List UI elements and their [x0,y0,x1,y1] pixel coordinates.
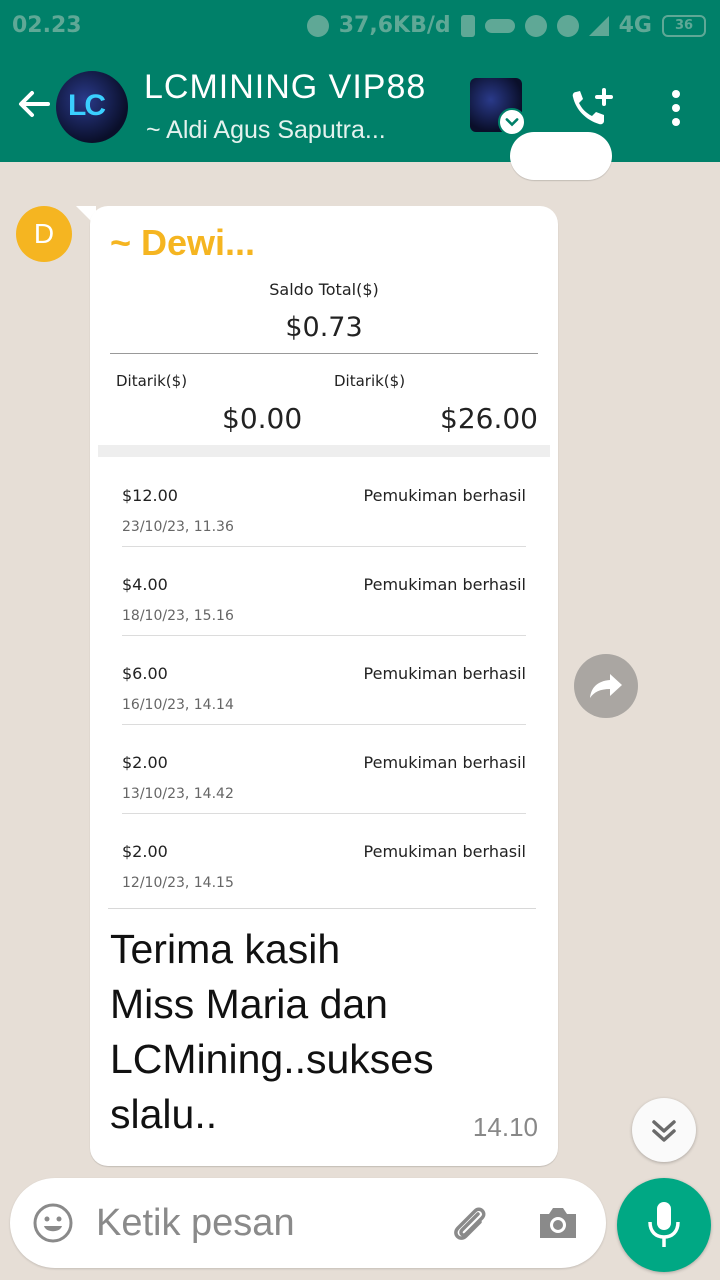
transaction-amount: $2.00 [122,842,168,861]
transaction-amount: $12.00 [122,486,178,505]
emoji-icon[interactable] [32,1202,74,1244]
transaction-date: 13/10/23, 14.42 [122,786,234,802]
chevron-down-icon[interactable] [498,108,526,136]
withdrawn-value: $0.00 [222,402,303,435]
sender-avatar[interactable]: D [16,206,72,262]
divider [110,353,538,354]
voice-record-button[interactable] [617,1178,711,1272]
transaction-date: 23/10/23, 11.36 [122,519,234,535]
transaction-row: $2.00 Pemukiman berhasil 12/10/23, 14.15 [122,814,526,903]
withdrawn-label: Ditarik($) [334,372,406,390]
double-chevron-down-icon [652,1120,676,1142]
chat-header: LC LCMINING VIP88 ~ Aldi Agus Saputra... [0,52,720,162]
transaction-status: Pemukiman berhasil [363,486,526,505]
mic-icon [648,1202,680,1247]
scroll-to-bottom-button[interactable] [632,1098,696,1162]
transaction-date: 16/10/23, 14.14 [122,697,234,713]
alarm-icon [556,14,579,37]
paperclip-icon[interactable] [446,1200,494,1248]
transaction-amount: $4.00 [122,575,168,594]
divider [98,445,550,457]
balance-value: $0.73 [285,312,363,343]
forward-button[interactable] [574,654,638,718]
group-avatar[interactable]: LC [56,71,128,143]
withdrawn-label: Ditarik($) [116,372,188,390]
message-bubble[interactable]: ~ Dewi... Saldo Total($) $0.73 Ditarik($… [90,206,558,1166]
transaction-amount: $2.00 [122,753,168,772]
deer-icon [306,14,329,37]
status-icons: 37,6KB/d 4G 36 [306,13,706,38]
attached-image[interactable]: Saldo Total($) $0.73 Ditarik($) Ditarik(… [98,278,550,908]
back-arrow-icon[interactable] [14,84,54,124]
transaction-amount: $6.00 [122,664,168,683]
message-composer [10,1178,606,1268]
chat-title[interactable]: LCMINING VIP88 [144,68,426,107]
transaction-row: $4.00 Pemukiman berhasil 18/10/23, 15.16 [122,547,526,636]
group-avatar-logo: LC [68,89,106,122]
sender-name[interactable]: ~ Dewi... [110,222,255,264]
status-bar: 02.23 37,6KB/d 4G 36 [0,0,720,52]
bluetooth-icon [460,14,475,37]
divider [108,908,536,909]
message-line: Miss Maria dan [110,981,388,1027]
close-circle-icon [524,14,547,37]
transaction-status: Pemukiman berhasil [363,664,526,683]
toggle-icon [484,18,515,33]
transaction-list: $12.00 Pemukiman berhasil 23/10/23, 11.3… [122,458,526,903]
transaction-status: Pemukiman berhasil [363,842,526,861]
forward-icon [590,674,622,698]
status-time: 02.23 [12,13,82,38]
network-speed: 37,6KB/d [338,13,451,38]
message-input[interactable] [96,1196,426,1250]
transaction-row: $2.00 Pemukiman berhasil 13/10/23, 14.42 [122,725,526,814]
message-time: 14.10 [472,1112,538,1142]
more-vert-icon[interactable] [664,88,688,128]
message-line: slalu.. [110,1091,218,1137]
transaction-row: $6.00 Pemukiman berhasil 16/10/23, 14.14 [122,636,526,725]
transaction-status: Pemukiman berhasil [363,575,526,594]
transaction-row: $12.00 Pemukiman berhasil 23/10/23, 11.3… [122,458,526,547]
balance-label: Saldo Total($) [269,280,379,299]
camera-icon[interactable] [536,1202,580,1244]
message-line: Terima kasih [110,926,341,972]
network-type: 4G [618,13,652,38]
withdrawn-value: $26.00 [440,402,538,435]
transaction-date: 18/10/23, 15.16 [122,608,234,624]
battery-icon: 36 [662,14,706,37]
transaction-date: 12/10/23, 14.15 [122,875,234,891]
chat-subtitle[interactable]: ~ Aldi Agus Saputra... [146,116,386,145]
signal-icon [588,15,609,36]
message-line: LCMining..sukses [110,1036,434,1082]
message-text: Terima kasih Miss Maria dan LCMining..su… [110,922,530,1142]
previous-message [510,132,612,180]
transaction-status: Pemukiman berhasil [363,753,526,772]
add-call-icon[interactable] [568,86,616,130]
